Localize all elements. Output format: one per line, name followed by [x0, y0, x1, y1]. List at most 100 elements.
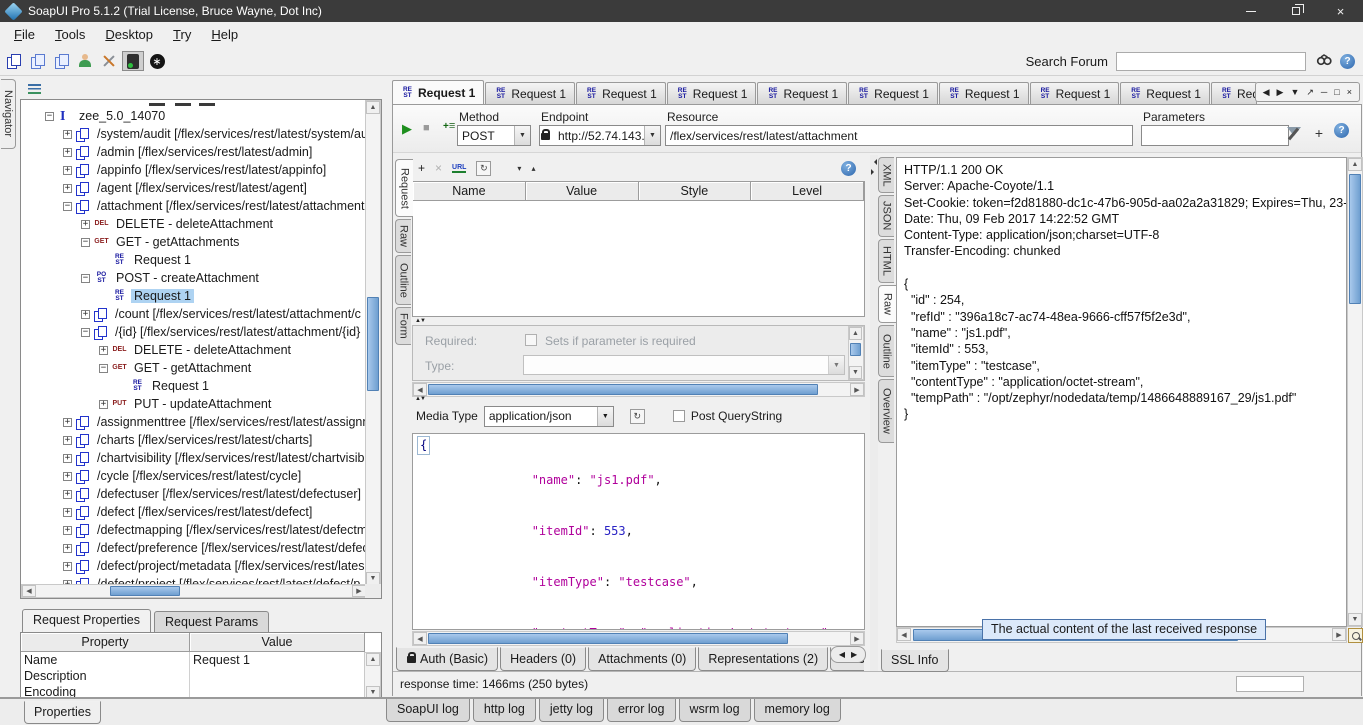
tree-row[interactable]: /chartvisibility [/flex/services/rest/la…: [21, 449, 367, 467]
tree-expander-icon[interactable]: [99, 364, 108, 373]
request-tab[interactable]: RE ST Request 1: [485, 82, 575, 104]
parameters-input[interactable]: [1141, 125, 1289, 146]
tree-item-label[interactable]: Request 1: [131, 289, 194, 303]
create-assertion-icon[interactable]: [1287, 127, 1301, 136]
magnifier-icon[interactable]: [1348, 628, 1363, 643]
minimize-button[interactable]: [1228, 0, 1273, 22]
request-body-editor[interactable]: { "name": "js1.pdf", "itemId": 553, "ite…: [412, 433, 865, 630]
scroll-left-icon[interactable]: ◀: [839, 650, 845, 659]
tree-item-label[interactable]: Request 1: [131, 253, 194, 267]
scrollbar-thumb[interactable]: [1349, 174, 1361, 304]
tree-row[interactable]: /{id} [/flex/services/rest/latest/attach…: [21, 323, 367, 341]
scroll-left-icon[interactable]: ◀: [22, 585, 36, 597]
tree-expander-icon[interactable]: [63, 562, 72, 571]
tab-properties[interactable]: Properties: [24, 701, 101, 724]
response-view-tab[interactable]: XML: [878, 157, 894, 193]
tab-request-properties[interactable]: Request Properties: [22, 609, 151, 633]
documents-icon[interactable]: [2, 51, 24, 71]
tree-row[interactable]: /system/audit [/flex/services/rest/lates…: [21, 125, 367, 143]
request-tab[interactable]: RE ST Request 1: [939, 82, 1029, 104]
tree-item-label[interactable]: GET - getAttachments: [113, 235, 242, 249]
tree-expander-icon[interactable]: [81, 220, 90, 229]
scroll-up-icon[interactable]: ▲: [366, 101, 380, 114]
menu-item[interactable]: Desktop: [95, 23, 163, 46]
scroll-down-icon[interactable]: ▼: [849, 366, 862, 379]
tab-request-properties[interactable]: Request Params: [154, 611, 269, 633]
menu-item[interactable]: Help: [201, 23, 248, 46]
tree-item-label[interactable]: /defect/preference [/flex/services/rest/…: [94, 541, 367, 555]
tree-row[interactable]: /defect/project/metadata [/flex/services…: [21, 557, 367, 575]
scroll-right-icon[interactable]: ▶: [1332, 628, 1346, 641]
scroll-up-icon[interactable]: ▲: [366, 653, 380, 666]
tree-row[interactable]: /attachment [/flex/services/rest/latest/…: [21, 197, 367, 215]
tree-item-label[interactable]: DELETE - deleteAttachment: [131, 343, 294, 357]
request-bottom-tab[interactable]: Representations (2): [698, 647, 828, 671]
tree-expander-icon[interactable]: [81, 328, 90, 337]
params-header-cell[interactable]: Value: [526, 182, 639, 201]
add-to-testcase-icon[interactable]: +≡: [443, 120, 455, 132]
tree-item-label[interactable]: /defectmapping [/flex/services/rest/late…: [94, 523, 367, 537]
tree-item-label[interactable]: /defectuser [/flex/services/rest/latest/…: [94, 487, 364, 501]
menu-item[interactable]: Tools: [45, 23, 95, 46]
json-line[interactable]: "itemId": 553,: [417, 506, 864, 557]
scroll-right-icon[interactable]: ▶: [352, 585, 366, 597]
navigator-side-tab[interactable]: Navigator: [1, 79, 16, 149]
search-forum-input[interactable]: [1116, 52, 1306, 71]
tree-expander-icon[interactable]: [63, 130, 72, 139]
tree-row[interactable]: RE ST Request 1: [21, 287, 367, 305]
close-window-icon[interactable]: ×: [1347, 87, 1352, 97]
tree-expander-icon[interactable]: [99, 400, 108, 409]
table-row[interactable]: Name Request 1: [21, 652, 381, 668]
tree-vertical-scrollbar[interactable]: ▲ ▼: [365, 100, 381, 586]
method-select[interactable]: POST ▼: [457, 125, 531, 146]
log-tab[interactable]: memory log: [754, 699, 841, 722]
tree-item-label[interactable]: /{id} [/flex/services/rest/latest/attach…: [112, 325, 363, 339]
request-tab[interactable]: RE ST Request 1: [576, 82, 666, 104]
tree-expander-icon[interactable]: [63, 454, 72, 463]
tree-item-label[interactable]: GET - getAttachment: [131, 361, 254, 375]
move-down-icon[interactable]: ▾: [517, 164, 521, 173]
tree-item-label[interactable]: /system/audit [/flex/services/rest/lates…: [94, 127, 367, 141]
tab-list-icon[interactable]: ▼: [1290, 87, 1299, 97]
properties-scrollbar[interactable]: ▲ ▼: [364, 652, 381, 700]
star-circle-icon[interactable]: ∗: [146, 51, 168, 71]
request-tab[interactable]: RE ST Req: [1211, 82, 1257, 104]
add-icon[interactable]: +: [1315, 125, 1323, 141]
restore-button[interactable]: [1273, 0, 1318, 22]
recreate-icon[interactable]: ↻: [476, 161, 491, 176]
log-tab[interactable]: error log: [607, 699, 676, 722]
tree-expander-icon[interactable]: [63, 472, 72, 481]
tree-row[interactable]: zee_5.0_14070: [21, 107, 367, 125]
details-scrollbar[interactable]: ▲ ▼: [848, 326, 864, 380]
required-checkbox[interactable]: [525, 334, 537, 346]
property-value-cell[interactable]: [190, 668, 347, 684]
log-tab[interactable]: jetty log: [539, 699, 604, 722]
params-header-cell[interactable]: Level: [751, 182, 864, 201]
tree-expander-icon[interactable]: [81, 310, 90, 319]
cancel-button[interactable]: ■: [423, 122, 430, 134]
scrollbar-thumb[interactable]: [367, 297, 379, 391]
tree-row[interactable]: /defectuser [/flex/services/rest/latest/…: [21, 485, 367, 503]
tools-icon[interactable]: [98, 51, 120, 71]
tree-row[interactable]: /defect [/flex/services/rest/latest/defe…: [21, 503, 367, 521]
tree-expander-icon[interactable]: [63, 202, 72, 211]
response-view-tab[interactable]: JSON: [878, 195, 894, 237]
scroll-up-icon[interactable]: ▲: [1348, 158, 1362, 171]
help-icon[interactable]: ?: [841, 161, 856, 176]
tree-item-label[interactable]: DELETE - deleteAttachment: [113, 217, 276, 231]
response-view-tab[interactable]: Raw: [878, 285, 896, 323]
help-icon[interactable]: ?: [1334, 123, 1349, 138]
tab-scroll-right-icon[interactable]: ▶: [1277, 87, 1284, 98]
tree-expander-icon[interactable]: [63, 418, 72, 427]
tree-item-label[interactable]: /chartvisibility [/flex/services/rest/la…: [94, 451, 367, 465]
details-horizontal-scrollbar[interactable]: ◀ ▶: [412, 382, 865, 397]
params-header-cell[interactable]: Style: [639, 182, 752, 201]
tree-row[interactable]: DEL DELETE - deleteAttachment: [21, 341, 367, 359]
binoculars-icon[interactable]: [1316, 53, 1332, 69]
tree-item-label[interactable]: /admin [/flex/services/rest/latest/admin…: [94, 145, 315, 159]
property-value-cell[interactable]: Request 1: [190, 652, 347, 668]
scrollbar-thumb[interactable]: [428, 384, 818, 395]
minimize-window-icon[interactable]: ─: [1321, 87, 1327, 97]
scroll-up-icon[interactable]: ▲: [849, 327, 862, 340]
scroll-left-icon[interactable]: ◀: [413, 632, 427, 645]
